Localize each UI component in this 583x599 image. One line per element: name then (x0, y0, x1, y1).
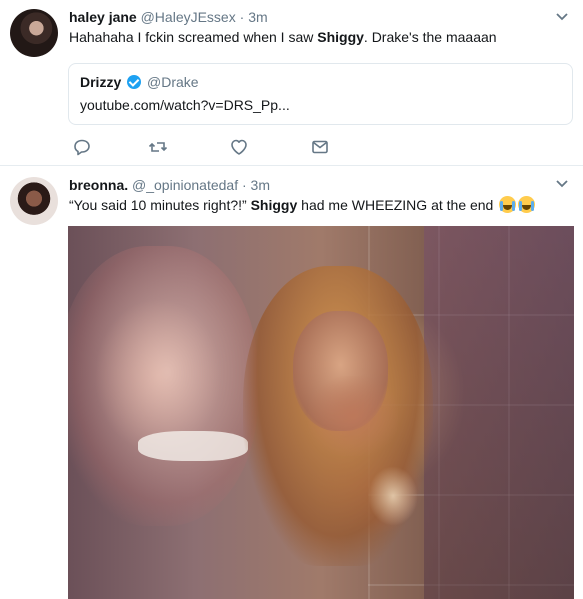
retweet-icon (148, 142, 168, 152)
tweet-text-part: . Drake's the maaaan (363, 29, 497, 45)
tweet-text: “You said 10 minutes right?!” Shiggy had… (69, 196, 563, 214)
loudly-crying-face-emoji-icon (499, 196, 517, 213)
reply-icon (74, 139, 90, 156)
card-author-name: Drizzy (80, 74, 122, 90)
reply-button[interactable] (72, 137, 92, 157)
author-handle[interactable]: @HaleyJEssex (141, 9, 236, 25)
avatar[interactable] (10, 177, 58, 225)
tweet[interactable]: breonna. @_opinionatedaf · 3m “You said … (0, 167, 583, 599)
photo-region (138, 431, 248, 461)
retweet-button[interactable] (148, 137, 168, 157)
tweet-text: Hahahaha I fckin screamed when I saw Shi… (69, 28, 563, 46)
like-button[interactable] (229, 137, 249, 157)
separator: · (238, 177, 251, 193)
direct-message-button[interactable] (310, 137, 330, 157)
quoted-link-card[interactable]: Drizzy @Drake youtube.com/watch?v=DRS_Pp… (68, 63, 573, 125)
tweet-text-part: Hahahaha I f (69, 29, 150, 45)
photo-region (308, 376, 398, 456)
tweet-text-bold[interactable]: Shiggy (317, 29, 364, 45)
chevron-down-icon[interactable] (555, 179, 569, 189)
verified-badge-icon (127, 75, 142, 89)
loudly-crying-face-emoji-icon (518, 196, 536, 213)
tweet[interactable]: haley jane @HaleyJEssex · 3m Hahahaha I … (0, 0, 583, 166)
photo-region (68, 246, 258, 526)
photo-region (368, 466, 418, 526)
envelope-icon (312, 140, 328, 154)
author-name[interactable]: breonna. (69, 177, 128, 193)
timestamp[interactable]: 3m (248, 9, 267, 25)
avatar[interactable] (10, 9, 58, 57)
tweet-header: haley jane @HaleyJEssex · 3m (69, 8, 543, 26)
separator: · (235, 9, 249, 25)
author-name[interactable]: haley jane (69, 9, 137, 25)
tweet-photo[interactable] (68, 226, 574, 599)
tweet-text-part: had me WHEEZING at the end (297, 197, 494, 213)
tweet-header: breonna. @_opinionatedaf · 3m (69, 176, 543, 194)
photo-region (424, 226, 574, 599)
chevron-down-icon[interactable] (555, 12, 569, 22)
card-header: Drizzy @Drake (80, 73, 199, 91)
tweet-actions (69, 137, 369, 157)
tweet-text-part: ckin screamed when I saw (149, 29, 318, 45)
tweet-text-part: “You said 10 minutes right?!” (69, 197, 251, 213)
card-author-handle: @Drake (147, 74, 199, 90)
author-handle[interactable]: @_opinionatedaf (132, 177, 238, 193)
like-icon (231, 139, 247, 155)
timestamp[interactable]: 3m (251, 177, 270, 193)
tweet-text-bold[interactable]: Shiggy (251, 197, 298, 213)
card-url[interactable]: youtube.com/watch?v=DRS_Pp... (80, 96, 290, 114)
